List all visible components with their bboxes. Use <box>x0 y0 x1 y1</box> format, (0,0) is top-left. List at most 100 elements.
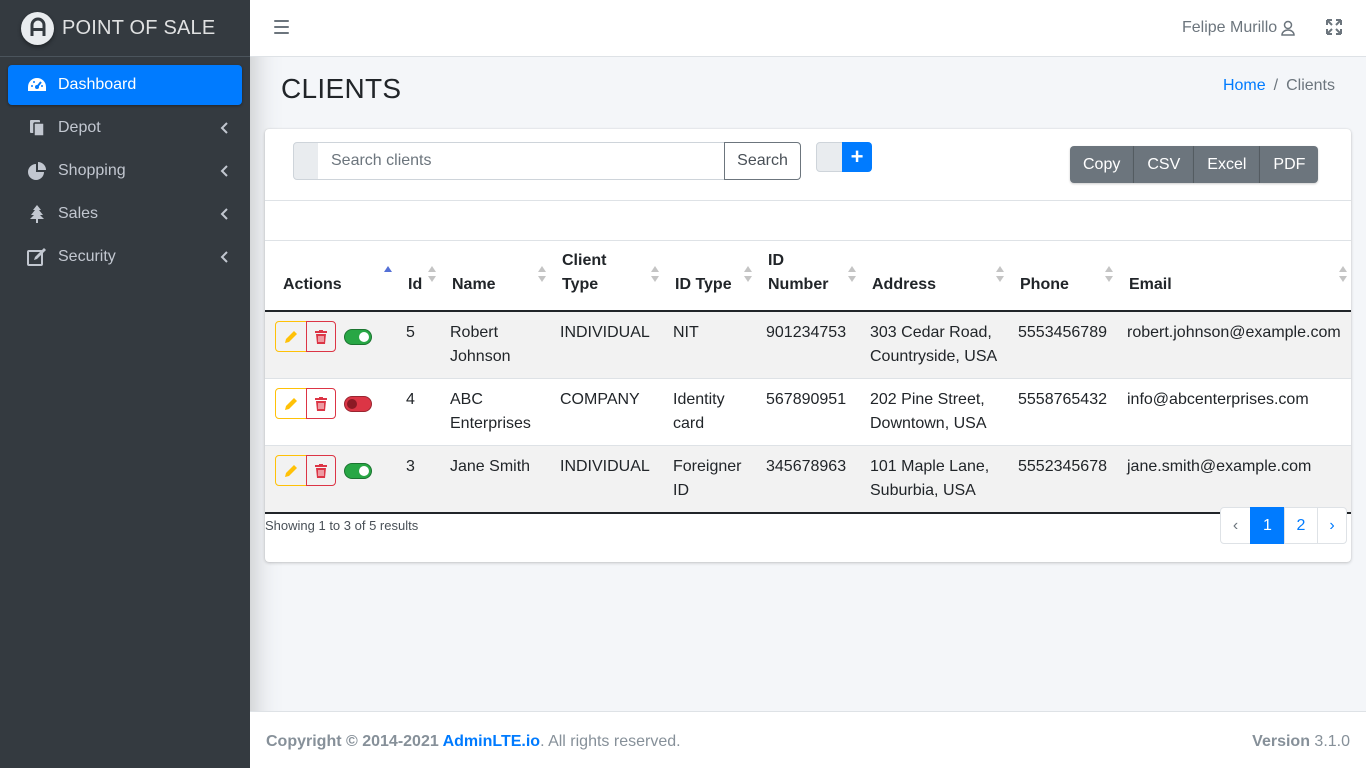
trash-icon <box>315 396 327 411</box>
sidebar-item-label: Security <box>58 248 116 265</box>
delete-button[interactable] <box>306 388 336 419</box>
column-header-address[interactable]: Address <box>860 241 1008 312</box>
sidebar-item-label: Depot <box>58 119 101 136</box>
sort-icon <box>996 266 1004 282</box>
copy-button[interactable]: Copy <box>1070 146 1135 183</box>
column-header-email[interactable]: Email <box>1117 241 1351 312</box>
sidebar-item-security[interactable]: Security <box>8 237 242 277</box>
pencil-icon <box>285 397 297 410</box>
sidebar-item-shopping[interactable]: Shopping <box>8 151 242 191</box>
cell-id: 4 <box>396 378 440 446</box>
search-input[interactable] <box>318 142 725 180</box>
table-row: 5 Robert Johnson INDIVIDUAL NIT 901234753 303… <box>265 311 1351 379</box>
pencil-icon <box>285 330 297 343</box>
pagination-prev[interactable]: ‹ <box>1220 507 1251 544</box>
trash-icon <box>315 463 327 478</box>
pdf-button[interactable]: PDF <box>1260 146 1319 183</box>
user-menu[interactable]: Felipe Murillo <box>1182 19 1295 37</box>
column-header-id-number[interactable]: ID Number <box>756 241 860 312</box>
sort-icon <box>1105 266 1113 282</box>
column-header-phone[interactable]: Phone <box>1008 241 1117 312</box>
column-header-actions[interactable]: Actions <box>265 241 396 312</box>
add-addon <box>816 142 844 172</box>
sort-icon <box>1339 266 1347 282</box>
cell-id-number: 345678963 <box>756 445 860 514</box>
pagination: ‹ 1 2 › <box>1220 507 1347 544</box>
breadcrumb: Home / Clients <box>1223 77 1335 95</box>
cell-name: Robert Johnson <box>440 311 550 379</box>
pagination-page-2[interactable]: 2 <box>1284 507 1318 544</box>
status-toggle[interactable] <box>344 462 372 479</box>
sort-icon <box>651 266 659 282</box>
status-toggle[interactable] <box>344 328 372 345</box>
delete-button[interactable] <box>306 321 336 352</box>
status-toggle[interactable] <box>344 395 372 412</box>
actions-cell <box>265 311 396 379</box>
sort-icon <box>744 266 752 282</box>
delete-button[interactable] <box>306 455 336 486</box>
cell-phone: 5552345678 <box>1008 445 1117 514</box>
breadcrumb-home-link[interactable]: Home <box>1223 77 1266 95</box>
edit-button[interactable] <box>275 388 307 419</box>
cell-address: 303 Cedar Road, Countryside, USA <box>860 311 1008 379</box>
brand-link[interactable]: POINT OF SALE <box>0 0 250 57</box>
clients-card: Search + Copy CSV Excel PDF Actions Id N… <box>265 129 1351 562</box>
search-addon <box>293 142 319 180</box>
main-sidebar: POINT OF SALE Dashboard Depot Shopping S… <box>0 0 250 768</box>
cell-client-type: INDIVIDUAL <box>550 311 663 379</box>
pencil-icon <box>285 464 297 477</box>
cell-id-type: NIT <box>663 311 756 379</box>
user-name: Felipe Murillo <box>1182 19 1278 36</box>
column-header-id-type[interactable]: ID Type <box>663 241 756 312</box>
chevron-left-icon <box>220 164 230 178</box>
divider <box>265 200 1351 201</box>
main-footer: Copyright © 2014-2021 AdminLTE.io. All r… <box>250 711 1366 768</box>
sidebar-item-label: Sales <box>58 205 99 222</box>
cell-id-number: 567890951 <box>756 378 860 446</box>
cell-name: ABC Enterprises <box>440 378 550 446</box>
cell-id-type: Foreigner ID <box>663 445 756 514</box>
brand-name: POINT OF SALE <box>62 16 216 39</box>
breadcrumb-current: Clients <box>1286 77 1335 94</box>
sidebar-item-dashboard[interactable]: Dashboard <box>8 65 242 105</box>
export-button-group: Copy CSV Excel PDF <box>1070 146 1319 183</box>
column-header-name[interactable]: Name <box>440 241 550 312</box>
pagination-next[interactable]: › <box>1317 507 1347 544</box>
table-row: 4 ABC Enterprises COMPANY Identity card 5678… <box>265 378 1351 446</box>
sort-icon <box>428 266 436 282</box>
sidebar-item-label: Dashboard <box>58 76 137 93</box>
search-button[interactable]: Search <box>724 142 801 180</box>
sidebar-item-sales[interactable]: Sales <box>8 194 242 234</box>
edit-button[interactable] <box>275 455 307 486</box>
brand-logo-icon <box>21 11 54 45</box>
breadcrumb-separator: / <box>1273 77 1279 94</box>
actions-cell <box>265 378 396 446</box>
column-header-id[interactable]: Id <box>396 241 440 312</box>
add-client-button[interactable]: + <box>842 142 872 172</box>
pagination-page-1[interactable]: 1 <box>1250 507 1285 544</box>
sidebar-item-depot[interactable]: Depot <box>8 108 242 148</box>
adminlte-link[interactable]: AdminLTE.io <box>443 733 540 750</box>
sidebar-nav: Dashboard Depot Shopping Sales Security <box>0 57 250 277</box>
tree-icon <box>26 204 48 224</box>
edit-button[interactable] <box>275 321 307 352</box>
top-navbar: Felipe Murillo <box>250 0 1366 57</box>
edit-icon <box>26 247 48 267</box>
cell-phone: 5553456789 <box>1008 311 1117 379</box>
cell-id-number: 901234753 <box>756 311 860 379</box>
cell-phone: 5558765432 <box>1008 378 1117 446</box>
fullscreen-icon[interactable] <box>1326 19 1344 37</box>
version-info: Version 3.1.0 <box>1252 733 1350 750</box>
user-icon <box>1281 20 1295 36</box>
cell-id: 5 <box>396 311 440 379</box>
cell-email: info@abcenterprises.com <box>1117 378 1351 446</box>
sidebar-item-label: Shopping <box>58 162 126 179</box>
copyright: Copyright © 2014-2021 AdminLTE.io. All r… <box>266 733 681 750</box>
menu-toggle-icon[interactable] <box>274 20 289 36</box>
excel-button[interactable]: Excel <box>1194 146 1261 183</box>
clients-table: Actions Id Name Client Type ID Type ID N… <box>265 241 1351 514</box>
column-header-client-type[interactable]: Client Type <box>550 241 663 312</box>
sort-icon <box>538 266 546 282</box>
csv-button[interactable]: CSV <box>1134 146 1195 183</box>
trash-icon <box>315 329 327 344</box>
